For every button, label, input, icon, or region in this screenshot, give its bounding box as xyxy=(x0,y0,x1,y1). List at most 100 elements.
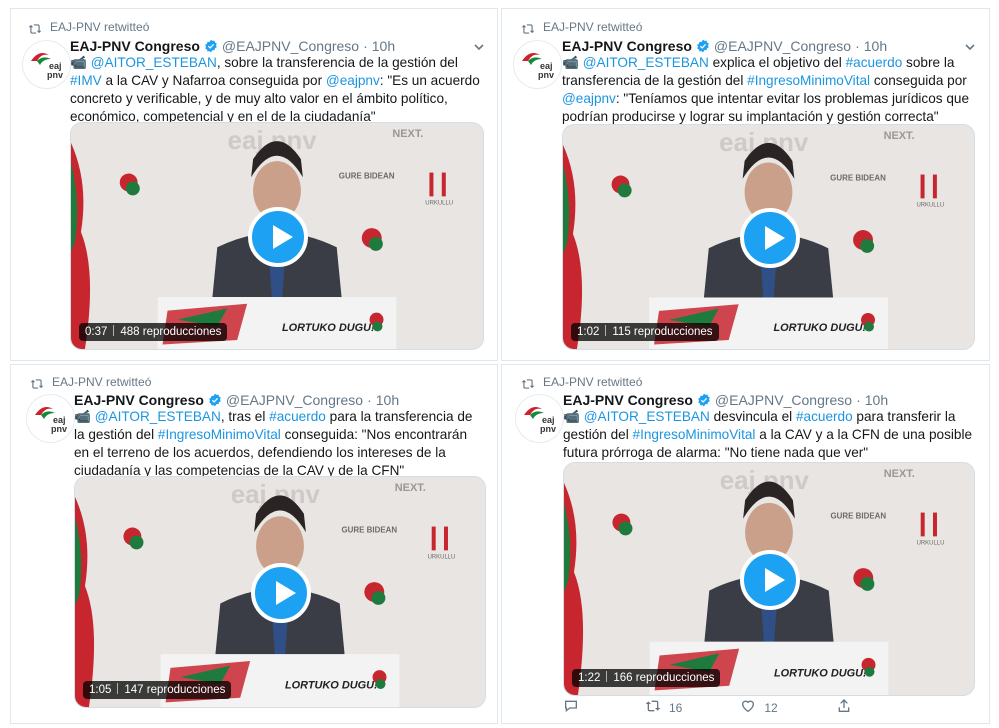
svg-text:LORTUKO DUGU!: LORTUKO DUGU! xyxy=(774,667,867,679)
retweeted-by-link[interactable]: EAJ-PNV retwitteó xyxy=(543,375,642,389)
play-button[interactable] xyxy=(248,207,308,267)
verified-badge-icon xyxy=(208,393,222,407)
chevron-down-icon[interactable] xyxy=(473,40,485,52)
tweet-link[interactable]: #acuerdo xyxy=(846,55,903,70)
author-name[interactable]: EAJ-PNV Congreso xyxy=(562,38,692,54)
tweet-text-segment: 📹 xyxy=(562,55,583,70)
play-button[interactable] xyxy=(740,550,800,610)
avatar[interactable]: eaj pnv xyxy=(22,40,71,89)
retweet-count: 16 xyxy=(669,700,683,715)
tweet-text: 📹 @AITOR_ESTEBAN explica el objetivo del… xyxy=(562,54,976,126)
svg-text:pnv: pnv xyxy=(47,70,63,80)
tweet-link[interactable]: @AITOR_ESTEBAN xyxy=(583,55,709,70)
video-player[interactable]: eaj pnv NEXT. GURE BIDEAN URKULLU LORTUKO DU… xyxy=(563,462,975,696)
tweet-link[interactable]: @eajpnv xyxy=(562,91,616,106)
tweet-text-segment: , sobre la transferencia de la gestión d… xyxy=(216,55,458,70)
svg-text:GURE BIDEAN: GURE BIDEAN xyxy=(342,526,398,535)
tweet-header: EAJ-PNV Congreso @EAJPNV_Congreso · 10h xyxy=(74,392,399,408)
retweeted-by-link[interactable]: EAJ-PNV retwitteó xyxy=(50,20,149,34)
svg-text:GURE BIDEAN: GURE BIDEAN xyxy=(339,172,395,181)
tweet-text-segment: explica el objetivo del xyxy=(708,55,846,70)
tweet-link[interactable]: #IngresoMinimoVital xyxy=(747,73,870,88)
like-button[interactable]: 12 xyxy=(740,698,778,717)
avatar[interactable]: eaj pnv xyxy=(513,40,562,89)
reply-icon xyxy=(563,698,587,717)
tweet-header: EAJ-PNV Congreso @EAJPNV_Congreso · 10h xyxy=(562,38,887,54)
timestamp[interactable]: 10h xyxy=(865,392,888,408)
tweet-text-segment: conseguida por xyxy=(870,73,967,88)
tweet-text-segment: , tras el xyxy=(220,409,270,424)
tweet-text: 📹 @AITOR_ESTEBAN, sobre la transferencia… xyxy=(70,54,485,126)
separator-dot: · xyxy=(855,38,860,54)
video-duration: 0:37 xyxy=(85,326,108,338)
svg-text:NEXT.: NEXT. xyxy=(884,130,915,142)
verified-badge-icon xyxy=(697,393,711,407)
author-handle[interactable]: @EAJPNV_Congreso xyxy=(226,392,363,408)
tweet-link[interactable]: @AITOR_ESTEBAN xyxy=(95,409,221,424)
tweet-text-segment: desvincula el xyxy=(709,409,796,424)
tweet-text: 📹 @AITOR_ESTEBAN, tras el #acuerdo para … xyxy=(74,408,484,480)
author-handle[interactable]: @EAJPNV_Congreso xyxy=(222,38,359,54)
tweet-header: EAJ-PNV Congreso @EAJPNV_Congreso · 10h xyxy=(70,38,395,54)
svg-text:URKULLU: URKULLU xyxy=(916,202,944,208)
video-stats-badge: 1:05 147 reproducciones xyxy=(83,681,232,699)
svg-text:LORTUKO DUGU!: LORTUKO DUGU! xyxy=(773,322,866,334)
share-button[interactable] xyxy=(836,698,860,717)
video-stats-badge: 1:02 115 reproducciones xyxy=(571,323,719,341)
svg-text:URKULLU: URKULLU xyxy=(917,540,945,546)
retweet-icon xyxy=(521,377,535,389)
tweet-actions: 16 12 xyxy=(563,698,918,717)
play-button[interactable] xyxy=(251,563,311,623)
avatar[interactable]: eaj pnv xyxy=(26,394,75,443)
retweet-icon xyxy=(521,22,535,34)
video-stats-badge: 0:37 488 reproducciones xyxy=(79,323,228,341)
svg-text:NEXT.: NEXT. xyxy=(392,128,423,140)
author-name[interactable]: EAJ-PNV Congreso xyxy=(563,392,693,408)
tweet-link[interactable]: #IngresoMinimoVital xyxy=(158,427,281,442)
like-count: 12 xyxy=(764,700,778,715)
svg-text:NEXT.: NEXT. xyxy=(884,468,915,480)
retweeted-by-link[interactable]: EAJ-PNV retwitteó xyxy=(543,20,642,34)
retweet-button[interactable]: 16 xyxy=(645,698,682,717)
video-player[interactable]: eaj pnv NEXT. GURE BIDEAN URKULLU LORTUKO DU… xyxy=(74,476,486,708)
heart-icon xyxy=(740,698,764,717)
tweet-link[interactable]: #IMV xyxy=(70,73,102,88)
chevron-down-icon[interactable] xyxy=(964,40,976,52)
timestamp[interactable]: 10h xyxy=(372,38,395,54)
author-handle[interactable]: @EAJPNV_Congreso xyxy=(714,38,851,54)
tweet-header: EAJ-PNV Congreso @EAJPNV_Congreso · 10h xyxy=(563,392,888,408)
retweeted-by-link[interactable]: EAJ-PNV retwitteó xyxy=(52,375,151,389)
video-views: 115 reproducciones xyxy=(612,326,713,338)
avatar[interactable]: eaj pnv xyxy=(515,394,564,443)
svg-text:GURE BIDEAN: GURE BIDEAN xyxy=(830,174,886,183)
retweet-icon xyxy=(30,377,44,389)
tweet-link[interactable]: @AITOR_ESTEBAN xyxy=(91,55,217,70)
tweet-text-segment: a la CAV y Nafarroa conseguida por xyxy=(101,73,326,88)
timestamp[interactable]: 10h xyxy=(864,38,887,54)
play-button[interactable] xyxy=(739,208,800,268)
video-views: 166 reproducciones xyxy=(613,672,715,684)
verified-badge-icon xyxy=(204,39,218,53)
video-player[interactable]: eaj pnv NEXT. GURE BIDEAN URKULLU LORTUKO DU… xyxy=(70,122,484,350)
timestamp[interactable]: 10h xyxy=(376,392,399,408)
video-stats-badge: 1:22 166 reproducciones xyxy=(572,669,721,687)
tweet-text-segment: 📹 xyxy=(74,409,95,424)
tweet-text-segment: 📹 xyxy=(70,55,91,70)
video-player[interactable]: eaj pnv NEXT. GURE BIDEAN URKULLU LORTUKO DU… xyxy=(562,124,975,350)
tweet-link[interactable]: @eajpnv xyxy=(326,73,380,88)
author-name[interactable]: EAJ-PNV Congreso xyxy=(70,38,200,54)
separator-dot: · xyxy=(856,392,861,408)
retweet-icon xyxy=(645,698,669,717)
tweet-link[interactable]: #IngresoMinimoVital xyxy=(633,427,756,442)
author-handle[interactable]: @EAJPNV_Congreso xyxy=(715,392,852,408)
tweet-link[interactable]: #acuerdo xyxy=(269,409,326,424)
svg-text:GURE BIDEAN: GURE BIDEAN xyxy=(831,512,887,521)
tweet-text: 📹 @AITOR_ESTEBAN desvincula el #acuerdo … xyxy=(563,408,975,462)
video-views: 147 reproducciones xyxy=(124,684,226,696)
reply-button[interactable] xyxy=(563,698,587,717)
tweet-link[interactable]: #acuerdo xyxy=(796,409,853,424)
author-name[interactable]: EAJ-PNV Congreso xyxy=(74,392,204,408)
tweet-text-segment: 📹 xyxy=(563,409,584,424)
tweet-link[interactable]: @AITOR_ESTEBAN xyxy=(584,409,710,424)
svg-text:URKULLU: URKULLU xyxy=(428,554,456,560)
